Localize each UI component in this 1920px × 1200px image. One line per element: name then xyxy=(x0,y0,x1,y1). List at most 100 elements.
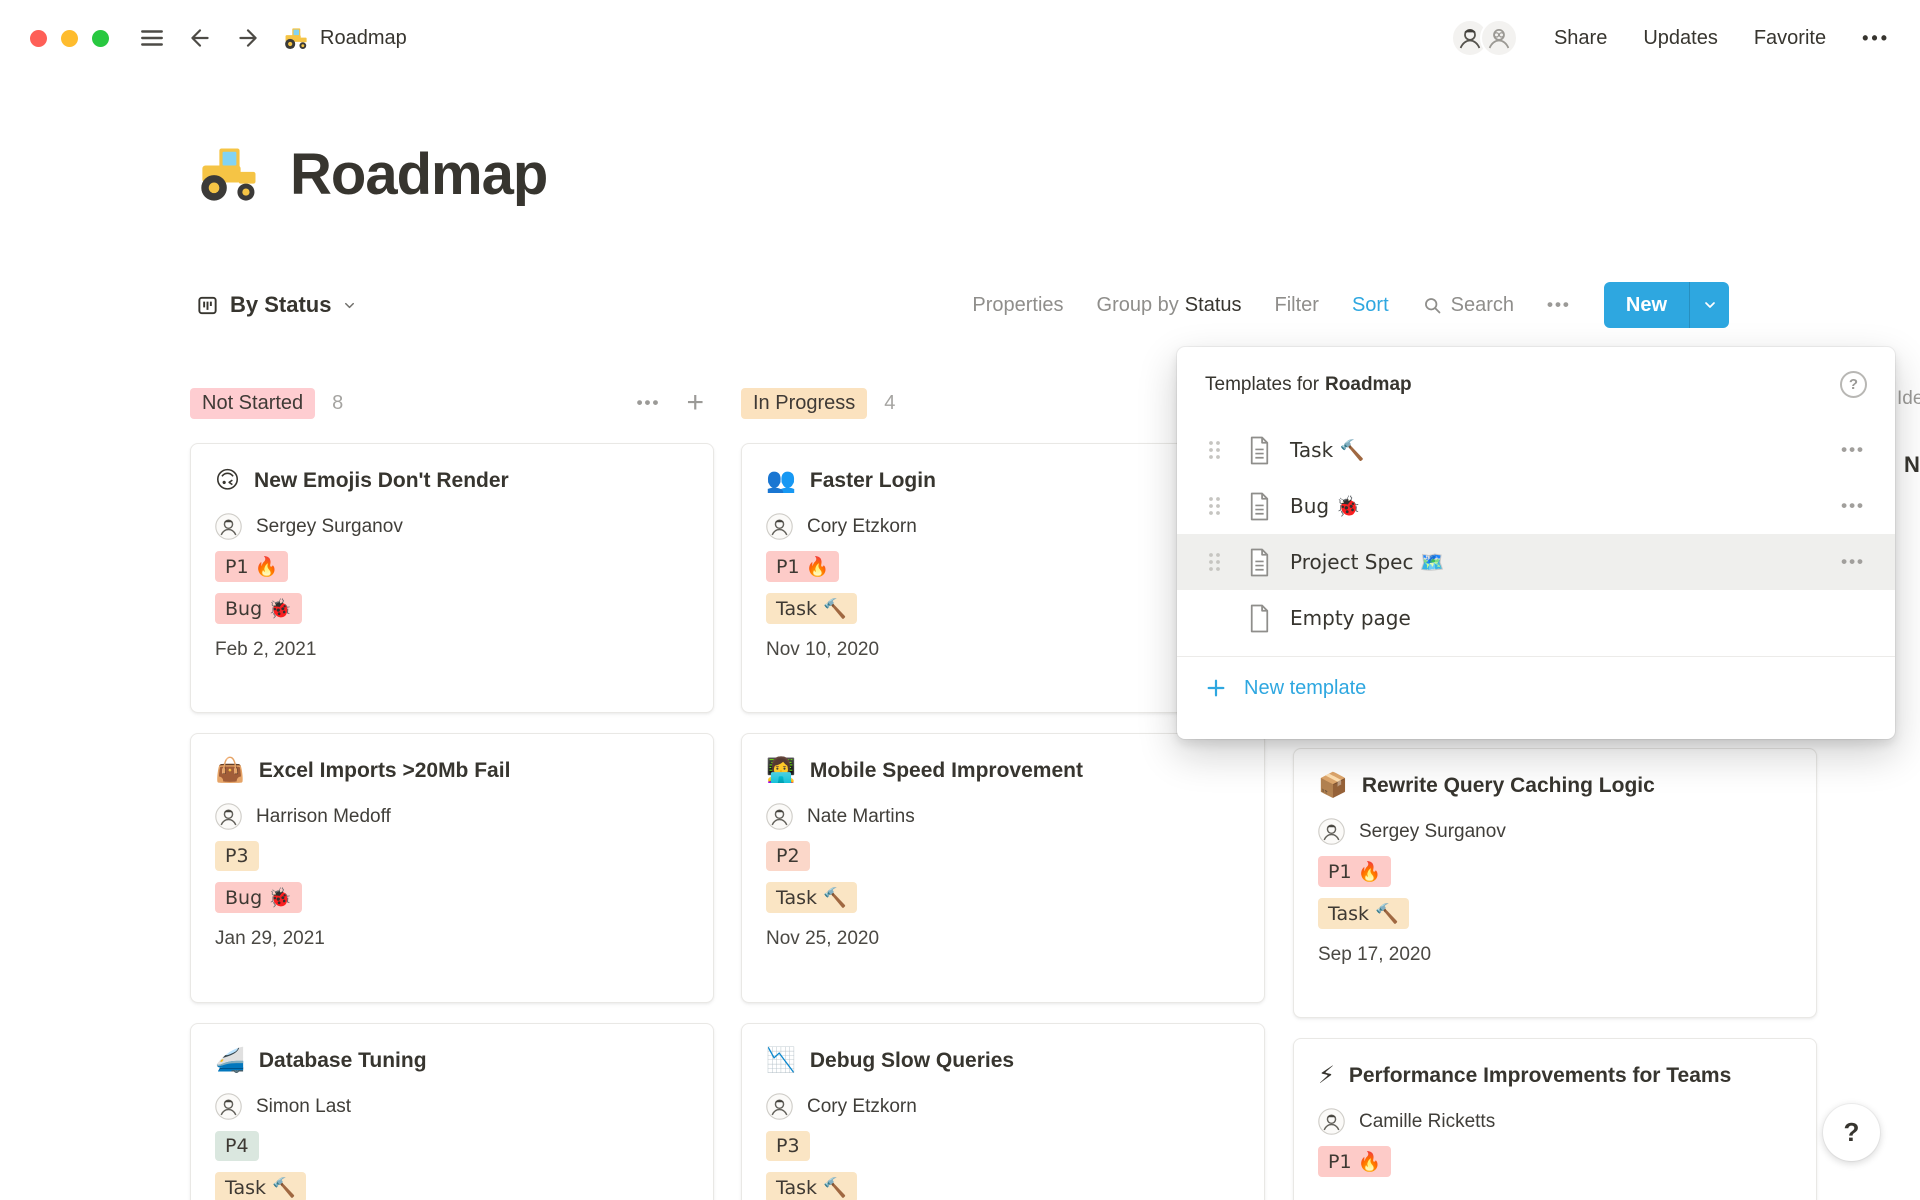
more-options-icon[interactable]: ••• xyxy=(1862,28,1890,49)
card-badge-row: P3 xyxy=(766,1131,1240,1161)
template-item-project-spec[interactable]: Project Spec 🗺️ ••• xyxy=(1177,534,1895,590)
column-status-badge[interactable]: In Progress xyxy=(741,388,867,419)
card-title-row: 🙃 New Emojis Don't Render xyxy=(215,465,689,496)
card-title: Database Tuning xyxy=(259,1045,427,1076)
back-arrow-icon[interactable] xyxy=(187,25,213,51)
avatar xyxy=(766,1093,793,1120)
updates-button[interactable]: Updates xyxy=(1643,27,1718,50)
avatar xyxy=(1318,818,1345,845)
card-badge-row: P1 🔥 xyxy=(1318,1146,1792,1177)
template-item-label: Task 🔨 xyxy=(1290,438,1364,462)
sidebar-menu-icon[interactable] xyxy=(139,25,165,51)
template-item-more-icon[interactable]: ••• xyxy=(1841,440,1865,460)
new-button[interactable]: New xyxy=(1604,282,1729,328)
breadcrumb-doc-title[interactable]: Roadmap xyxy=(320,27,407,50)
board-card[interactable]: 👩‍💻Mobile Speed Improvement Nate Martins P… xyxy=(741,733,1265,1003)
templates-menu-title-name: Roadmap xyxy=(1325,374,1412,396)
filter-button[interactable]: Filter xyxy=(1275,294,1319,317)
card-badge: Task 🔨 xyxy=(766,1172,857,1200)
card-title: New Emojis Don't Render xyxy=(254,465,509,496)
assignee-name: Harrison Medoff xyxy=(256,806,391,828)
card-badge: P1 🔥 xyxy=(215,551,288,582)
card-badge: P1 🔥 xyxy=(1318,1146,1391,1177)
zoom-window-button[interactable] xyxy=(92,30,109,47)
board-card[interactable]: 📉Debug Slow Queries Cory Etzkorn P3 Task 🔨 xyxy=(741,1023,1265,1200)
template-item-bug[interactable]: Bug 🐞••• xyxy=(1177,478,1895,534)
sort-button[interactable]: Sort xyxy=(1352,294,1389,317)
favorite-button[interactable]: Favorite xyxy=(1754,27,1826,50)
template-item-task[interactable]: Task 🔨 ••• xyxy=(1177,422,1895,478)
new-template-button[interactable]: New template xyxy=(1177,657,1895,719)
assignee-name: Cory Etzkorn xyxy=(807,1096,917,1118)
card-assignee: Camille Ricketts xyxy=(1318,1108,1792,1135)
properties-button[interactable]: Properties xyxy=(972,294,1063,317)
card-assignee: Cory Etzkorn xyxy=(766,1093,1240,1120)
board-card[interactable]: ⚡Performance Improvements for Teams Camil… xyxy=(1293,1038,1817,1200)
card-badge-row: P3 xyxy=(215,841,689,871)
group-by-button[interactable]: Group byStatus xyxy=(1097,294,1242,317)
view-selector-label: By Status xyxy=(230,292,331,318)
document-blank-icon xyxy=(1247,604,1272,633)
card-date: Jan 29, 2021 xyxy=(215,928,689,950)
card-assignee: Nate Martins xyxy=(766,803,1240,830)
card-badge: Bug 🐞 xyxy=(215,882,302,913)
forward-arrow-icon[interactable] xyxy=(235,25,261,51)
drag-handle-icon[interactable] xyxy=(1207,551,1223,573)
help-circle-icon[interactable]: ? xyxy=(1840,371,1867,398)
card-badge-row: P2 xyxy=(766,841,1240,871)
document-text-icon xyxy=(1247,548,1272,577)
help-button[interactable]: ? xyxy=(1823,1104,1880,1161)
assignee-name: Sergey Surganov xyxy=(1359,821,1506,843)
new-button-label[interactable]: New xyxy=(1604,282,1689,328)
card-assignee: Sergey Surganov xyxy=(215,513,689,540)
column-status-badge[interactable]: Not Started xyxy=(190,388,315,419)
new-button-dropdown[interactable] xyxy=(1689,282,1729,328)
tractor-emoji-icon xyxy=(283,25,310,52)
view-more-options-icon[interactable]: ••• xyxy=(1547,295,1571,315)
window-controls xyxy=(30,30,109,47)
column-more-icon[interactable]: ••• xyxy=(637,393,661,413)
card-emoji: 🙃 xyxy=(215,465,240,495)
card-title-row: ⚡Performance Improvements for Teams xyxy=(1318,1060,1792,1091)
board-card[interactable]: 🚄Database TuningSimon LastP4Task 🔨 xyxy=(190,1023,714,1200)
card-badge: P3 xyxy=(215,841,259,871)
card-emoji: 🚄 xyxy=(215,1045,245,1075)
assignee-name: Nate Martins xyxy=(807,806,915,828)
card-title-row: 👥Faster Login xyxy=(766,465,1240,496)
view-selector[interactable]: By Status xyxy=(196,292,357,318)
card-badge-row: Task 🔨 xyxy=(766,1172,1240,1200)
close-window-button[interactable] xyxy=(30,30,47,47)
search-button[interactable]: Search xyxy=(1422,294,1514,317)
drag-handle-icon[interactable] xyxy=(1207,495,1223,517)
board-card[interactable]: 📦Rewrite Query Caching LogicSergey Surga… xyxy=(1293,748,1817,1018)
search-icon xyxy=(1422,295,1443,316)
template-item-label: Project Spec 🗺️ xyxy=(1290,550,1445,574)
drag-handle-icon[interactable] xyxy=(1207,439,1223,461)
board-card[interactable]: 🙃 New Emojis Don't Render Sergey Surganov P… xyxy=(190,443,714,713)
tractor-emoji-icon[interactable] xyxy=(196,140,264,208)
share-button[interactable]: Share xyxy=(1554,27,1607,50)
template-item-empty-page[interactable]: Empty page xyxy=(1177,590,1895,646)
column-card-count: 4 xyxy=(884,392,895,415)
avatar[interactable] xyxy=(1480,19,1518,57)
card-date: Feb 2, 2021 xyxy=(215,639,689,661)
minimize-window-button[interactable] xyxy=(61,30,78,47)
templates-menu-title: Templates for xyxy=(1205,374,1319,396)
template-item-more-icon[interactable]: ••• xyxy=(1841,552,1865,572)
card-date: Nov 25, 2020 xyxy=(766,928,1240,950)
board-column-1: Not Started 8 ••• + 🙃 New Emojis Don't Render… xyxy=(190,385,714,1200)
template-item-more-icon[interactable]: ••• xyxy=(1841,496,1865,516)
column-add-icon[interactable]: + xyxy=(686,388,704,418)
card-badge: Task 🔨 xyxy=(1318,898,1409,929)
column-header: Not Started 8 ••• + xyxy=(190,385,714,421)
card-title-row: 📉Debug Slow Queries xyxy=(766,1045,1240,1076)
card-title-row: 👩‍💻Mobile Speed Improvement xyxy=(766,755,1240,786)
group-by-label: Group by xyxy=(1097,294,1179,316)
card-badge-row: Task 🔨 xyxy=(1318,898,1792,929)
board-card[interactable]: 👜Excel Imports >20Mb FailHarrison Medoff… xyxy=(190,733,714,1003)
card-date: Sep 17, 2020 xyxy=(1318,944,1792,966)
card-badge: P2 xyxy=(766,841,810,871)
column-card-count: 8 xyxy=(332,392,343,415)
card-assignee: Simon Last xyxy=(215,1093,689,1120)
card-title: Performance Improvements for Teams xyxy=(1349,1060,1731,1091)
